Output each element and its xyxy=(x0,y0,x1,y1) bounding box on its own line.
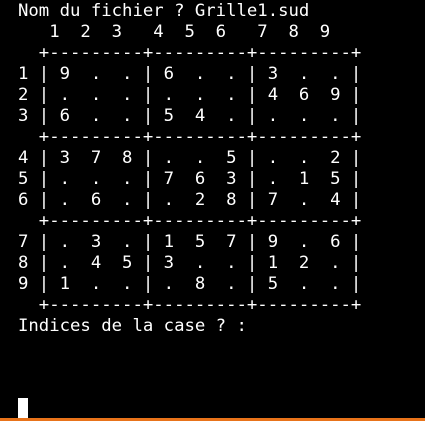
grid-row-5: 5 | . . . | 7 6 3 | . 1 5 | xyxy=(18,169,362,189)
grid-border-separator-1: +---------+---------+---------+ xyxy=(18,127,362,147)
grid-border-top: +---------+---------+---------+ xyxy=(18,43,362,63)
terminal-window[interactable]: Nom du fichier ? Grille1.sud 1 2 3 4 5 6… xyxy=(0,0,425,418)
terminal-output: Nom du fichier ? Grille1.sud 1 2 3 4 5 6… xyxy=(18,1,361,337)
cell-index-prompt-line: Indices de la case ? : xyxy=(18,316,247,336)
grid-border-separator-2: +---------+---------+---------+ xyxy=(18,211,362,231)
grid-row-1: 1 | 9 . . | 6 . . | 3 . . | xyxy=(18,64,362,84)
grid-row-2: 2 | . . . | . . . | 4 6 9 | xyxy=(18,85,362,105)
grid-row-3: 3 | 6 . . | 5 4 . | . . . | xyxy=(18,106,362,126)
grid-row-6: 6 | . 6 . | . 2 8 | 7 . 4 | xyxy=(18,190,362,210)
text-cursor[interactable] xyxy=(18,398,28,418)
grid-row-8: 8 | . 4 5 | 3 . . | 1 2 . | xyxy=(18,253,362,273)
grid-border-bottom: +---------+---------+---------+ xyxy=(18,295,362,315)
grid-row-7: 7 | . 3 . | 1 5 7 | 9 . 6 | xyxy=(18,232,362,252)
grid-row-4: 4 | 3 7 8 | . . 5 | . . 2 | xyxy=(18,148,362,168)
filename-prompt-line: Nom du fichier ? Grille1.sud xyxy=(18,1,310,21)
grid-row-9: 9 | 1 . . | . 8 . | 5 . . | xyxy=(18,274,362,294)
column-index-header: 1 2 3 4 5 6 7 8 9 xyxy=(18,22,331,42)
